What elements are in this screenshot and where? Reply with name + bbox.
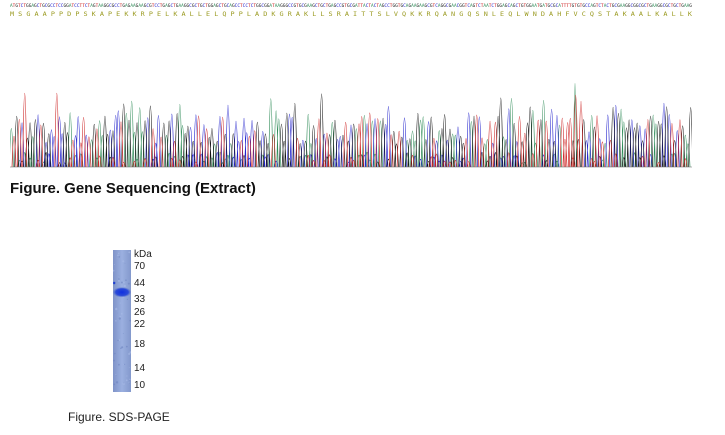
nucleotide-sequence: ATGTCTGGAGCTGCGCCTCCGGATCCTTCTAGTAAGGCGC… [10, 3, 692, 8]
marker-33: 33 [134, 294, 146, 305]
marker-22: 22 [134, 319, 146, 330]
gene-sequencing-caption: Figure. Gene Sequencing (Extract) [10, 180, 256, 197]
sequencing-chromatogram: ATGTCTGGAGCTGCGCCTCCGGATCCTTCTAGTAAGGCGC… [10, 3, 692, 168]
loading-dot [113, 281, 116, 285]
marker-44: 44 [134, 278, 146, 289]
marker-14: 14 [134, 363, 146, 374]
marker-26: 26 [134, 307, 146, 318]
amino-acid-sequence-row: M S G A A P P D P S K A P E K K R P E L … [10, 11, 692, 18]
gel-unit-label: kDa [134, 249, 152, 260]
amino-acid-sequence: M S G A A P P D P S K A P E K K R P E L … [10, 11, 692, 18]
marker-18: 18 [134, 339, 146, 350]
chromatogram-traces [10, 83, 692, 168]
gel-lane [113, 250, 131, 392]
sds-page-caption: Figure. SDS-PAGE [68, 410, 170, 424]
protein-band [113, 287, 131, 298]
sds-page-gel: kDa 70 44 33 26 22 18 14 10 [113, 250, 173, 395]
marker-70: 70 [134, 261, 146, 272]
marker-10: 10 [134, 380, 146, 391]
nucleotide-sequence-row: ATGTCTGGAGCTGCGCCTCCGGATCCTTCTAGTAAGGCGC… [10, 3, 692, 8]
